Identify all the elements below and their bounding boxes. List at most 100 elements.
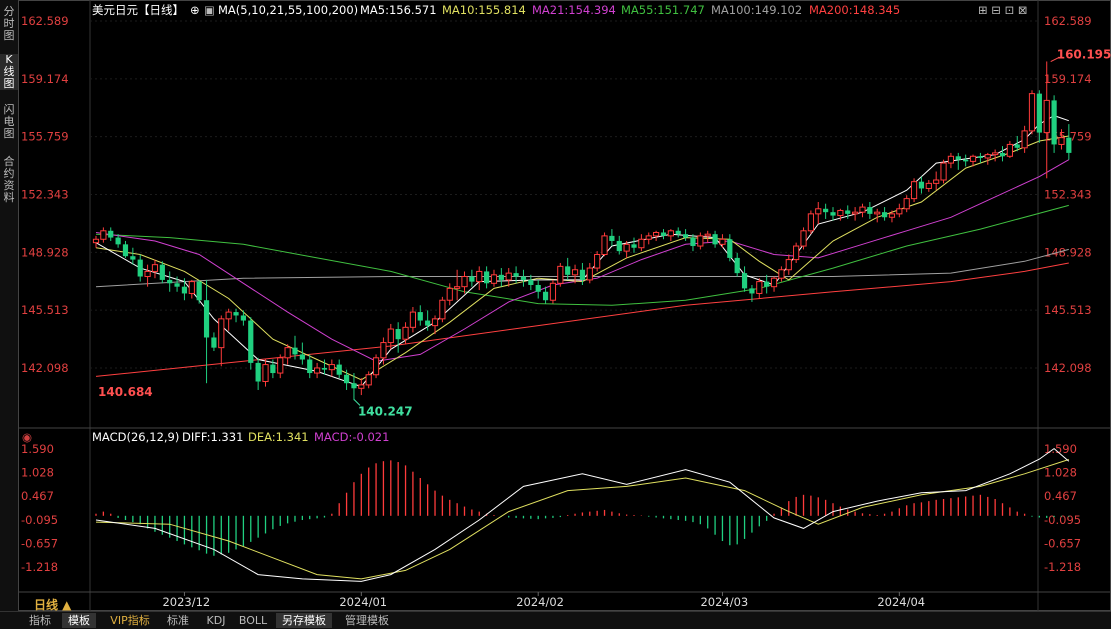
candle-body-down — [881, 212, 888, 218]
tab-standard[interactable]: 标准 — [162, 613, 194, 628]
low-annotation: 140.247 — [358, 404, 413, 418]
bottom-toolbar: 指标 模板 VIP指标 标准 KDJ BOLL 另存模板 管理模板 — [0, 611, 1111, 629]
candle-body-down — [1066, 137, 1072, 153]
tab-timeshare[interactable]: 分时图 — [0, 6, 18, 42]
candle-body-up — [704, 233, 711, 237]
tab-flash-chart[interactable]: 闪电图 — [0, 104, 18, 140]
candle-body-up — [933, 179, 940, 184]
ma21-line — [95, 159, 1070, 362]
legend-ma200: MA200:148.345 — [809, 3, 900, 17]
settings-icon[interactable]: ⊕ — [190, 3, 200, 17]
candle-body-down — [137, 259, 143, 277]
macd-tick-label: -0.095 — [21, 513, 58, 527]
date-axis: 2023/12 2024/01 2024/02 2024/03 2024/04 — [162, 592, 925, 609]
candle-body-down — [1036, 93, 1042, 133]
candle-body-down — [1014, 144, 1020, 148]
candle-body-up — [910, 181, 918, 200]
candle-body-up — [800, 230, 807, 247]
candle-body-up — [557, 265, 564, 284]
candle-body-down — [631, 244, 637, 248]
date-tick-label: 2024/03 — [700, 595, 748, 609]
candle-body-up — [372, 357, 380, 376]
candle-body-down — [683, 234, 689, 238]
candle-body-down — [513, 273, 519, 277]
tab-kline[interactable]: K线图 — [0, 54, 18, 90]
candle-body-up — [667, 230, 674, 237]
candle-body-up — [218, 318, 225, 349]
legend-ma55: MA55:151.747 — [621, 3, 705, 17]
candle-body-up — [888, 213, 896, 218]
macd-tick-label: 1.028 — [21, 466, 54, 480]
candle-body-down — [660, 232, 667, 236]
legend-ma-indicator: MA(5,10,21,55,100,200) — [218, 3, 358, 17]
candle-body-down — [181, 286, 188, 294]
candle-body-down — [867, 207, 873, 214]
tab-boll[interactable]: BOLL — [236, 613, 270, 628]
candle-body-up — [1028, 93, 1036, 132]
candle-body-down — [336, 364, 342, 375]
candle-body-down — [484, 271, 490, 284]
candle-body-up — [719, 238, 726, 245]
candle-body-down — [520, 276, 527, 280]
tab-template[interactable]: 模板 — [62, 613, 96, 628]
tab-kdj[interactable]: KDJ — [200, 613, 232, 628]
candle-body-up — [1006, 143, 1013, 157]
macd-tick-label: 0.467 — [1044, 489, 1077, 503]
candle-body-down — [115, 237, 121, 245]
legend-ma21: MA21:154.394 — [532, 3, 616, 17]
tab-manage-template[interactable]: 管理模板 — [338, 613, 396, 628]
grid — [90, 20, 1038, 369]
price-tick-label: 142.098 — [21, 361, 69, 375]
macd-tick-label: 1.590 — [21, 442, 54, 456]
candle-body-down — [130, 256, 136, 260]
candle-body-up — [984, 154, 991, 159]
candle-body-up — [284, 347, 291, 359]
candle-body-down — [351, 383, 357, 389]
candle-body-up — [601, 235, 608, 256]
macd-histogram — [95, 460, 1070, 556]
candle-body-up — [1021, 130, 1028, 149]
candle-body-up — [225, 311, 232, 320]
candle-body-up — [490, 274, 498, 284]
candle-body-up — [314, 367, 321, 374]
candle-body-up — [505, 272, 512, 281]
candle-body-up — [188, 281, 195, 294]
candle-body-down — [727, 239, 733, 258]
candle-body-down — [425, 320, 431, 326]
legend-ma5: MA5:156.571 — [360, 3, 437, 17]
candle-body-down — [417, 312, 423, 321]
price-tick-label: 152.343 — [1044, 188, 1092, 202]
candle-body-down — [270, 364, 276, 374]
legend-ma10: MA10:155.814 — [442, 3, 526, 17]
macd-title: MACD(26,12,9) — [92, 430, 179, 444]
legend-indicator-box: ▣ — [204, 3, 215, 17]
date-tick-label: 2024/01 — [339, 595, 387, 609]
candle-body-up — [594, 254, 601, 269]
candle-body-down — [395, 329, 401, 340]
macd-axis-left: 1.590 1.028 0.467 -0.095 -0.657 -1.218 — [21, 442, 58, 574]
candle-body-up — [969, 155, 977, 162]
candle-body-up — [793, 245, 800, 261]
candle-body-down — [255, 362, 261, 382]
candle-body-down — [734, 257, 740, 274]
tab-vip-indicator[interactable]: VIP指标 — [104, 613, 156, 628]
candle-body-up — [770, 277, 778, 288]
tab-contract-info[interactable]: 合约资料 — [0, 156, 18, 204]
window-toolbar-icons[interactable]: ⊞ ⊟ ⊡ ⊠ — [978, 3, 1028, 17]
candle-body-up — [785, 259, 792, 271]
tab-save-template[interactable]: 另存模板 — [276, 613, 332, 628]
tab-indicator[interactable]: 指标 — [24, 613, 56, 628]
candle-body-down — [321, 367, 328, 370]
candle-body-down — [174, 283, 180, 287]
candles — [92, 61, 1072, 401]
candle-body-up — [947, 155, 955, 164]
candle-body-up — [439, 299, 446, 320]
candle-body-down — [167, 279, 173, 284]
chart-area: 美元日元【日线】 ⊕ ▣ MA(5,10,21,55,100,200) MA5:… — [18, 0, 1111, 611]
candle-body-down — [565, 266, 571, 275]
price-tick-label: 159.174 — [1044, 72, 1092, 86]
candle-body-up — [940, 162, 947, 181]
candle-body-down — [307, 359, 313, 374]
candle-body-up — [697, 235, 704, 247]
price-tick-label: 155.759 — [21, 130, 69, 144]
